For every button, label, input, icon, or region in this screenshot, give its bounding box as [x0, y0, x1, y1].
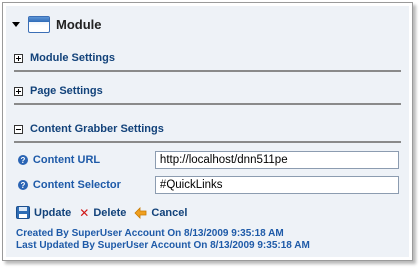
content-selector-input[interactable]: [154, 176, 399, 194]
help-icon[interactable]: ?: [18, 155, 28, 165]
section-title[interactable]: Page Settings: [30, 85, 103, 97]
delete-x-icon: ✕: [79, 205, 90, 220]
section-divider: [14, 141, 401, 143]
module-settings-panel: Module Module Settings Page Settings Con…: [6, 6, 409, 257]
help-icon[interactable]: ?: [18, 180, 28, 190]
last-updated-text: Last Updated By SuperUser Account On 8/1…: [16, 240, 310, 251]
collapse-triangle-icon[interactable]: [12, 21, 20, 27]
action-bar: Update ✕ Delete Cancel: [16, 206, 195, 219]
section-divider: [14, 103, 401, 105]
cancel-label[interactable]: Cancel: [151, 207, 187, 219]
window-icon: [28, 15, 50, 33]
update-label[interactable]: Update: [34, 207, 71, 219]
section-module-settings[interactable]: Module Settings: [14, 49, 401, 72]
expand-icon[interactable]: [14, 86, 23, 96]
section-divider: [14, 70, 401, 72]
module-header: Module: [12, 13, 102, 35]
screenshot-frame: Module Module Settings Page Settings Con…: [2, 2, 413, 261]
content-selector-row: ? Content Selector: [18, 175, 399, 195]
back-arrow-icon: [134, 206, 147, 219]
content-selector-label: Content Selector: [32, 179, 121, 191]
created-by-text: Created By SuperUser Account On 8/13/200…: [16, 228, 284, 239]
save-disk-icon: [16, 206, 30, 219]
update-button[interactable]: Update: [16, 206, 71, 219]
delete-button[interactable]: ✕ Delete: [79, 207, 126, 219]
module-title: Module: [56, 16, 102, 32]
delete-label[interactable]: Delete: [93, 207, 126, 219]
collapse-icon[interactable]: [14, 124, 23, 134]
section-content-grabber-settings[interactable]: Content Grabber Settings: [14, 120, 401, 143]
section-title[interactable]: Content Grabber Settings: [30, 123, 164, 135]
section-page-settings[interactable]: Page Settings: [14, 82, 401, 105]
cancel-button[interactable]: Cancel: [134, 207, 187, 219]
content-url-label: Content URL: [32, 154, 101, 166]
content-url-input[interactable]: [154, 151, 399, 169]
section-title[interactable]: Module Settings: [30, 52, 115, 64]
expand-icon[interactable]: [14, 53, 23, 63]
content-url-row: ? Content URL: [18, 150, 399, 170]
